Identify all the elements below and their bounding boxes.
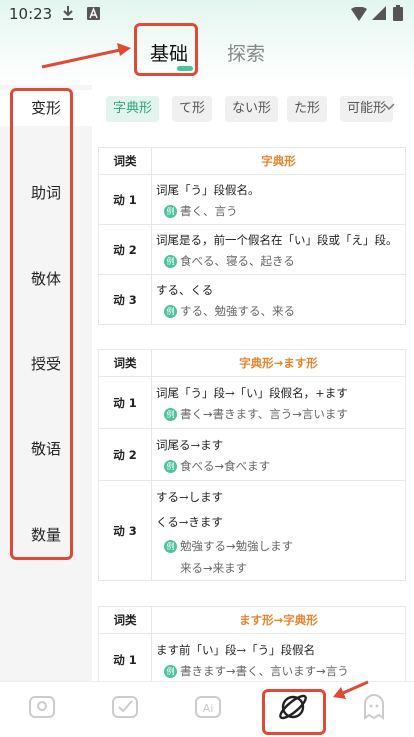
annotation-arrows [41, 43, 369, 699]
